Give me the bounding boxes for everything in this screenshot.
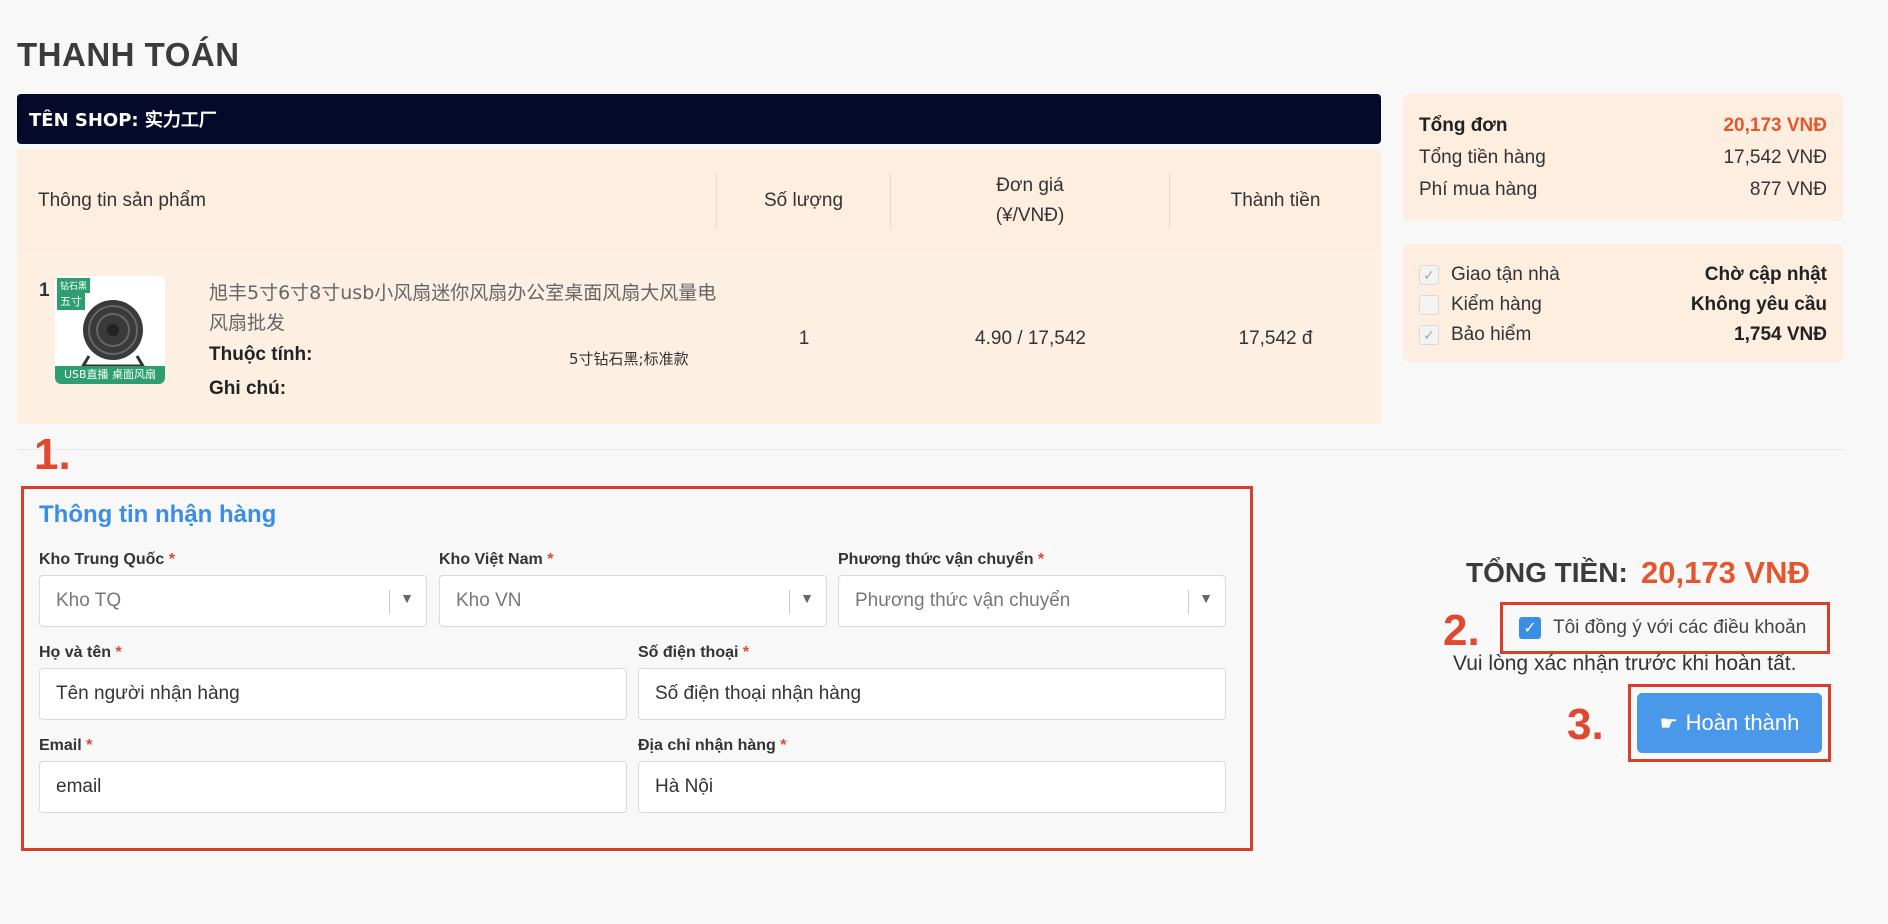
home-delivery-label: Giao tận nhà bbox=[1451, 264, 1560, 285]
thumb-tag-color: 钻石黑 bbox=[57, 278, 91, 293]
header-line-total: Thành tiền bbox=[1230, 190, 1321, 211]
kho-tq-select[interactable]: Kho TQ ▼ bbox=[39, 575, 427, 627]
email-label: Email * bbox=[39, 737, 93, 754]
header-unit-price: Đơn giá (¥/VNĐ) bbox=[891, 173, 1170, 229]
row-index: 1 bbox=[39, 280, 50, 301]
cell-line-total: 17,542 đ bbox=[1238, 328, 1313, 349]
service-inspection: Kiểm hàng Không yêu cầu bbox=[1419, 290, 1827, 320]
goods-total-value: 17,542 VNĐ bbox=[1723, 147, 1827, 168]
step-number-3: 3. bbox=[1567, 700, 1604, 749]
home-delivery-value: Chờ cập nhật bbox=[1704, 264, 1827, 285]
summary-order-total: Tổng đơn 20,173 VNĐ bbox=[1419, 110, 1827, 142]
goods-total-label: Tổng tiền hàng bbox=[1419, 147, 1546, 168]
terms-checkbox[interactable]: ✓ bbox=[1519, 617, 1541, 639]
terms-agreement[interactable]: ✓ Tôi đồng ý với các điều khoản bbox=[1500, 602, 1830, 654]
kho-vn-label: Kho Việt Nam * bbox=[439, 551, 554, 568]
inspection-checkbox[interactable] bbox=[1419, 295, 1439, 315]
home-delivery-checkbox[interactable]: ✓ bbox=[1419, 265, 1439, 285]
service-options: ✓ Giao tận nhà Chờ cập nhật Kiểm hàng Kh… bbox=[1403, 244, 1843, 362]
shipping-method-label: Phương thức vận chuyển * bbox=[838, 551, 1045, 568]
inspection-value: Không yêu cầu bbox=[1690, 294, 1827, 315]
cell-quantity: 1 bbox=[798, 328, 810, 349]
kho-tq-label: Kho Trung Quốc * bbox=[39, 551, 176, 568]
thumb-tag-size: 五寸 bbox=[57, 292, 85, 310]
shop-name: TÊN SHOP: 实力工厂 bbox=[29, 110, 217, 131]
receiver-info-section: Thông tin nhận hàng Kho Trung Quốc * Kho… bbox=[21, 486, 1253, 851]
section-divider bbox=[17, 449, 1843, 450]
attribute-label: Thuộc tính: bbox=[209, 344, 313, 365]
email-input[interactable]: email bbox=[39, 761, 627, 813]
insurance-checkbox[interactable]: ✓ bbox=[1419, 325, 1439, 345]
step-number-2: 2. bbox=[1443, 606, 1480, 655]
insurance-label: Bảo hiểm bbox=[1451, 324, 1532, 345]
chevron-down-icon: ▼ bbox=[1199, 590, 1213, 606]
thumb-tag-caption: USB直播 桌面风扇 bbox=[55, 366, 165, 384]
header-quantity: Số lượng bbox=[717, 173, 891, 229]
page-title: THANH TOÁN bbox=[17, 36, 240, 73]
product-thumbnail[interactable]: 钻石黑 五寸 USB直播 桌面风扇 bbox=[55, 276, 165, 384]
cell-unit-price: 4.90 / 17,542 bbox=[975, 328, 1086, 349]
header-product-info: Thông tin sản phẩm bbox=[17, 173, 717, 229]
terms-label: Tôi đồng ý với các điều khoản bbox=[1553, 617, 1807, 638]
fee-label: Phí mua hàng bbox=[1419, 179, 1538, 200]
full-name-input[interactable]: Tên người nhận hàng bbox=[39, 668, 627, 720]
table-row: 1 钻石黑 五寸 USB直播 桌面风扇 旭丰5寸6寸8寸usb小风扇迷你风扇办公… bbox=[17, 252, 1381, 424]
order-summary: Tổng đơn 20,173 VNĐ Tổng tiền hàng 17,54… bbox=[1403, 94, 1843, 221]
fee-value: 877 VNĐ bbox=[1749, 179, 1827, 200]
header-unit-price-line2: (¥/VNĐ) bbox=[995, 205, 1065, 226]
note-label: Ghi chú: bbox=[209, 378, 287, 399]
pointing-hand-icon: ☛ bbox=[1659, 711, 1678, 735]
grand-total-value: 20,173 VNĐ bbox=[1641, 555, 1810, 590]
summary-purchase-fee: Phí mua hàng 877 VNĐ bbox=[1419, 174, 1827, 206]
service-home-delivery: ✓ Giao tận nhà Chờ cập nhật bbox=[1419, 260, 1827, 290]
service-insurance: ✓ Bảo hiểm 1,754 VNĐ bbox=[1419, 320, 1827, 350]
phone-label: Số điện thoại * bbox=[638, 644, 750, 661]
product-name-link[interactable]: 旭丰5寸6寸8寸usb小风扇迷你风扇办公室桌面风扇大风量电风扇批发 bbox=[209, 278, 729, 338]
product-table-header: Thông tin sản phẩm Số lượng Đơn giá (¥/VN… bbox=[17, 150, 1381, 252]
shop-name-bar: TÊN SHOP: 实力工厂 bbox=[17, 94, 1381, 144]
chevron-down-icon: ▼ bbox=[400, 590, 414, 606]
summary-goods-total: Tổng tiền hàng 17,542 VNĐ bbox=[1419, 142, 1827, 174]
step-number-1: 1. bbox=[34, 430, 71, 479]
insurance-value: 1,754 VNĐ bbox=[1734, 324, 1827, 345]
inspection-label: Kiểm hàng bbox=[1451, 294, 1542, 315]
header-unit-price-line1: Đơn giá bbox=[996, 175, 1064, 196]
address-label: Địa chỉ nhận hàng * bbox=[638, 737, 787, 754]
receiver-info-title: Thông tin nhận hàng bbox=[39, 501, 277, 528]
product-table: Thông tin sản phẩm Số lượng Đơn giá (¥/VN… bbox=[17, 150, 1381, 424]
kho-vn-select[interactable]: Kho VN ▼ bbox=[439, 575, 827, 627]
shipping-method-select[interactable]: Phương thức vận chuyển ▼ bbox=[838, 575, 1226, 627]
grand-total-label: TỔNG TIỀN: bbox=[1466, 557, 1628, 588]
complete-button[interactable]: ☛ Hoàn thành bbox=[1637, 693, 1822, 753]
attribute-value: 5寸钻石黑;标准款 bbox=[569, 350, 689, 368]
complete-button-label: Hoàn thành bbox=[1685, 710, 1800, 735]
chevron-down-icon: ▼ bbox=[800, 590, 814, 606]
confirm-note: Vui lòng xác nhận trước khi hoàn tất. bbox=[1453, 652, 1797, 675]
order-total-value: 20,173 VNĐ bbox=[1723, 115, 1827, 136]
order-total-label: Tổng đơn bbox=[1419, 115, 1508, 136]
phone-input[interactable]: Số điện thoại nhận hàng bbox=[638, 668, 1226, 720]
address-input[interactable]: Hà Nội bbox=[638, 761, 1226, 813]
full-name-label: Họ và tên * bbox=[39, 644, 122, 661]
complete-button-highlight: ☛ Hoàn thành bbox=[1628, 684, 1831, 762]
